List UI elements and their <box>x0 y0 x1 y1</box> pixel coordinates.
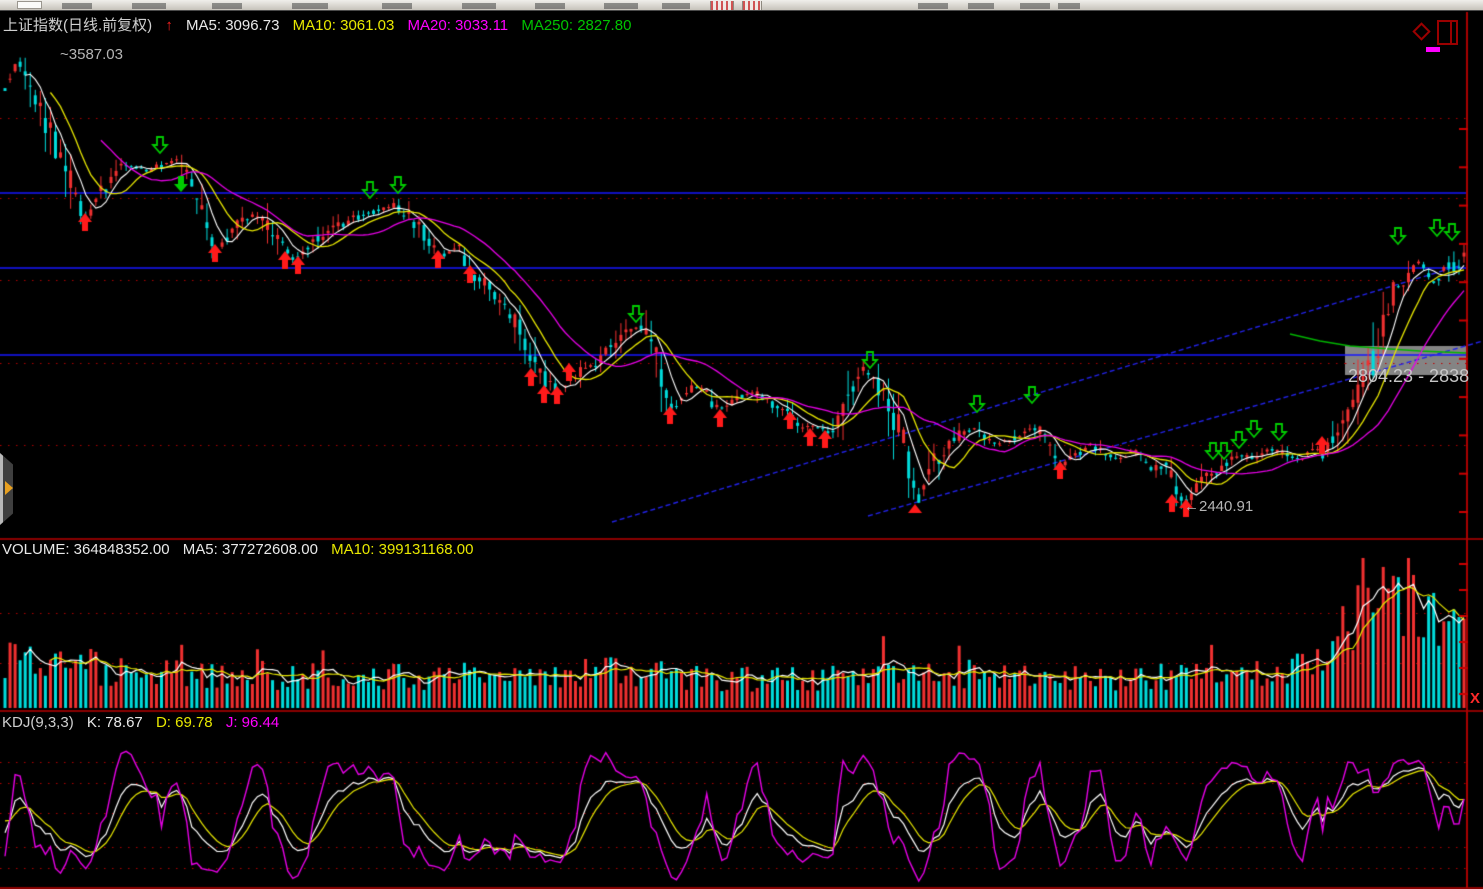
low-price-label: ←2440.91 <box>1184 498 1253 515</box>
toolbar-item <box>968 3 994 9</box>
top-toolbar[interactable] <box>0 0 1483 11</box>
minimize-dash-icon <box>1426 47 1440 52</box>
main-chart-header: 上证指数(日线.前复权) ↑ MA5: 3096.73 MA10: 3061.0… <box>3 14 640 35</box>
kdj-title: KDJ(9,3,3) <box>2 714 74 731</box>
sidebar-expand-tab[interactable] <box>0 453 13 525</box>
toolbar-item <box>292 3 328 9</box>
buy-signal-icon: ↑ <box>165 17 173 34</box>
chart-canvas[interactable] <box>0 11 1483 889</box>
toolbar-item <box>918 3 948 9</box>
kdj-k-readout: K: 78.67 <box>87 714 143 731</box>
toolbar-item <box>1020 3 1050 9</box>
peak-price-label: ~3587.03 <box>60 46 123 63</box>
window-split-icon[interactable] <box>1437 20 1458 45</box>
toolbar-item <box>62 3 92 9</box>
close-indicator-icon[interactable]: X <box>1470 690 1480 707</box>
gap-range-label: 2804.23 - 2838 <box>1348 366 1469 387</box>
toolbar-item <box>212 3 242 9</box>
toolbar-item <box>462 3 496 9</box>
chart-title: 上证指数(日线.前复权) <box>3 17 152 34</box>
ma20-readout: MA20: 3033.11 <box>408 17 509 34</box>
kdj-pane-header: KDJ(9,3,3) K: 78.67 D: 69.78 J: 96.44 <box>2 714 288 731</box>
toolbar-button[interactable] <box>17 1 42 9</box>
ma10-readout: MA10: 3061.03 <box>293 17 395 34</box>
kdj-j-readout: J: 96.44 <box>226 714 279 731</box>
volume-readout: VOLUME: 364848352.00 <box>2 541 170 558</box>
toolbar-item <box>604 3 638 9</box>
volume-pane-header: VOLUME: 364848352.00 MA5: 377272608.00 M… <box>2 541 482 558</box>
toolbar-item <box>1058 3 1080 9</box>
expand-arrow-icon <box>5 481 13 495</box>
toolbar-item <box>132 3 166 9</box>
left-arrow-icon: ← <box>1184 498 1199 515</box>
toolbar-bull-button[interactable] <box>710 1 734 10</box>
kdj-d-readout: D: 69.78 <box>156 714 213 731</box>
toolbar-item <box>662 3 690 9</box>
toolbar-item <box>382 3 412 9</box>
volume-ma5-readout: MA5: 377272608.00 <box>183 541 318 558</box>
toolbar-item <box>535 3 565 9</box>
toolbar-bear-button[interactable] <box>742 1 762 10</box>
ma250-readout: MA250: 2827.80 <box>521 17 631 34</box>
volume-ma10-readout: MA10: 399131168.00 <box>331 541 473 558</box>
peak-flag-icon: ~ <box>60 46 69 63</box>
trading-app-window: 上证指数(日线.前复权) ↑ MA5: 3096.73 MA10: 3061.0… <box>0 0 1483 889</box>
ma5-readout: MA5: 3096.73 <box>186 17 279 34</box>
